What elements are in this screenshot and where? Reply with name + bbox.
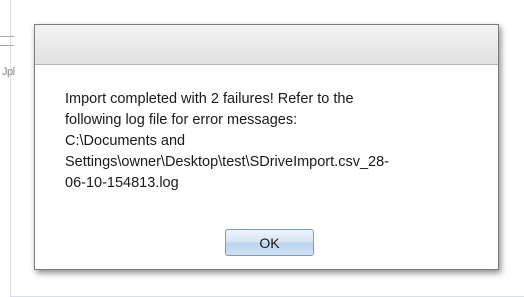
message-line: 06-10-154813.log — [65, 175, 179, 191]
dialog-message: Import completed with 2 failures! Refer … — [65, 89, 465, 194]
import-result-dialog: Import completed with 2 failures! Refer … — [34, 24, 499, 270]
message-line: Import completed with 2 failures! Refer … — [65, 91, 354, 107]
message-line: following log file for error messages: — [65, 112, 298, 128]
background-tab-edge — [0, 36, 14, 46]
message-line: Settings\owner\Desktop\test\SDriveImport… — [65, 154, 389, 170]
dialog-titlebar[interactable] — [35, 25, 498, 65]
background-label-fragment: Jpl — [2, 66, 15, 78]
message-line: C:\Documents and — [65, 133, 186, 149]
ok-button[interactable]: OK — [225, 229, 314, 256]
